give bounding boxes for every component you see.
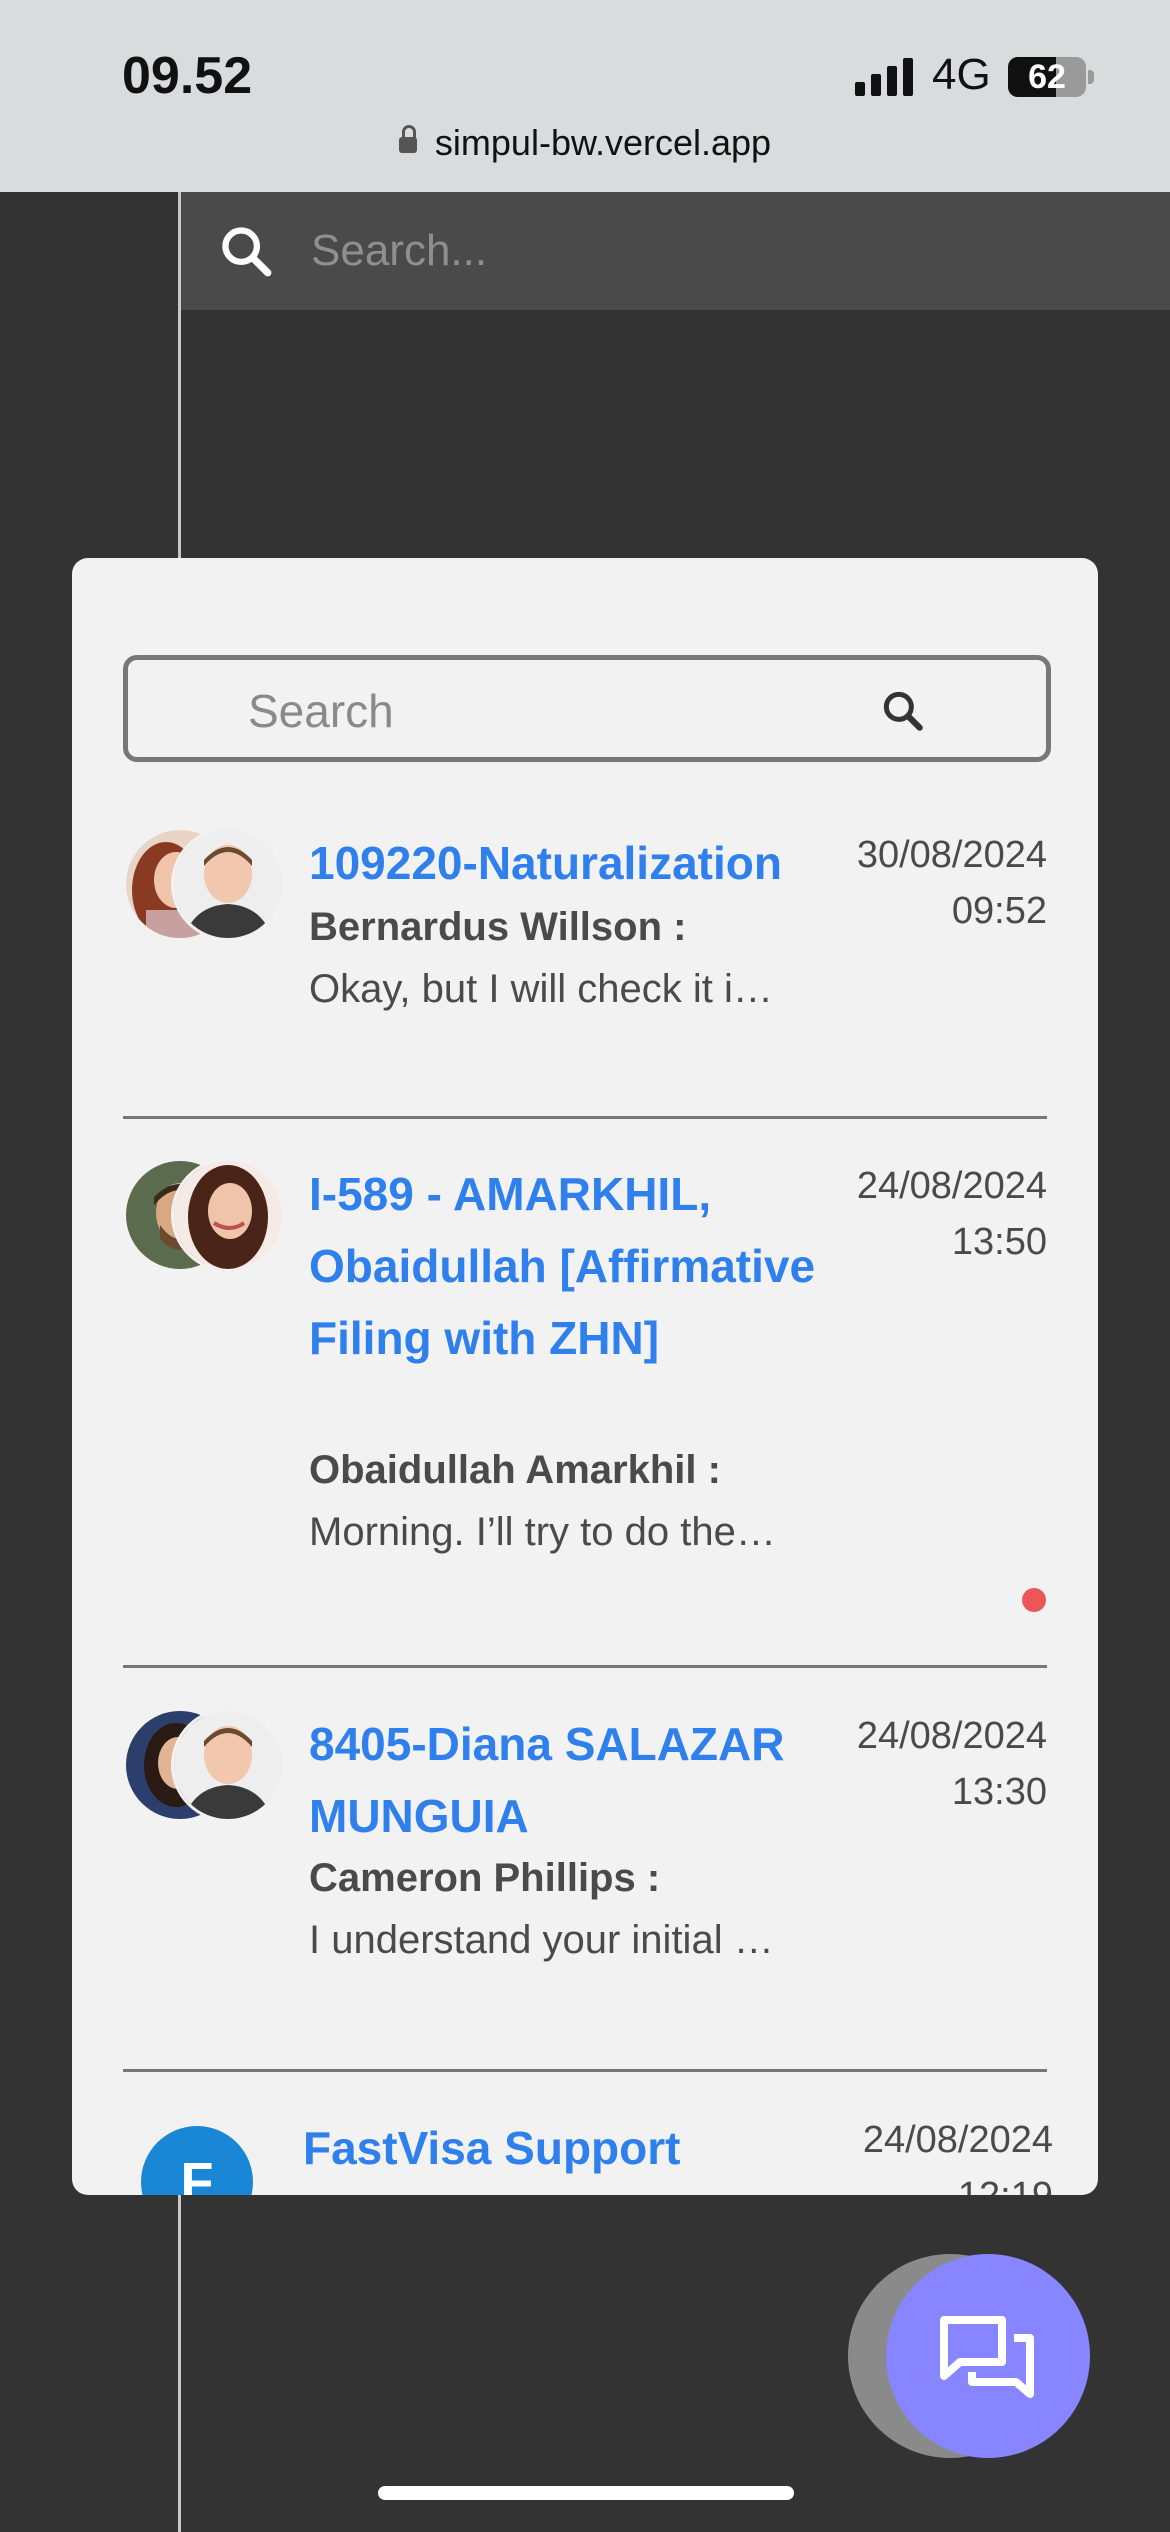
group-avatars (123, 1158, 285, 1272)
conversation-date: 24/08/2024 13:50 (857, 1158, 1047, 1270)
message-preview: I understand your initial … (309, 1918, 774, 1962)
lock-icon (398, 125, 417, 153)
date-text: 30/08/2024 (856, 834, 1047, 876)
group-avatars (123, 827, 285, 941)
home-indicator[interactable] (378, 2486, 794, 2500)
date-text: 24/08/2024 (856, 1165, 1047, 1207)
url-text: simpul-bw.vercel.app (434, 122, 772, 163)
message-preview: Okay, but I will check it i… (309, 967, 773, 1011)
time-text: 12:19 (863, 2168, 1053, 2195)
divider (123, 1665, 1047, 1668)
time-text: 09:52 (951, 890, 1047, 932)
conversation-date: 24/08/2024 13:30 (857, 1708, 1047, 1820)
conversation-item[interactable]: F FastVisa Support 24/08/2024 12:19 (123, 2112, 1053, 2195)
battery-percentage: 62 (1028, 58, 1066, 96)
top-search-input[interactable]: Search... (311, 226, 487, 276)
status-bar: 09.52 4G 62 simpul-bw.vercel.app (0, 0, 1170, 192)
search-icon (222, 227, 272, 277)
divider (123, 1116, 1047, 1119)
conversation-item[interactable]: 109220-Naturalization Bernardus Willson … (123, 827, 1047, 1067)
network-type: 4G (932, 50, 991, 99)
conversation-date: 30/08/2024 09:52 (857, 827, 1047, 939)
chat-bubbles-icon (940, 2316, 1034, 2398)
group-avatars (123, 1708, 285, 1822)
date-text: 24/08/2024 (856, 1715, 1047, 1757)
signal-icon (855, 58, 915, 96)
avatar (171, 1158, 285, 1272)
last-sender: Obaidullah Amarkhil : (309, 1448, 721, 1492)
conversation-date: 24/08/2024 12:19 (863, 2112, 1053, 2195)
message-preview: Morning. I’ll try to do the… (309, 1510, 776, 1554)
conversation-title[interactable]: 109220-Naturalization (309, 827, 829, 899)
last-sender: Cameron Phillips : (309, 1856, 661, 1900)
unread-indicator (1022, 1588, 1046, 1612)
conversation-title[interactable]: FastVisa Support (303, 2112, 823, 2184)
conversation-item[interactable]: 8405-Diana SALAZAR MUNGUIA Cameron Phill… (123, 1708, 1047, 1988)
search-icon[interactable] (878, 686, 928, 736)
status-time: 09.52 (122, 47, 253, 105)
conversation-title[interactable]: I-589 - AMARKHIL, Obaidullah [Affirmativ… (309, 1158, 829, 1374)
conversation-title[interactable]: 8405-Diana SALAZAR MUNGUIA (309, 1708, 829, 1852)
divider (123, 2069, 1047, 2072)
avatar (171, 827, 285, 941)
top-search-bar[interactable]: Search... (181, 192, 1170, 310)
address-bar[interactable]: simpul-bw.vercel.app (0, 122, 1170, 164)
date-text: 24/08/2024 (862, 2119, 1053, 2161)
battery-icon: 62 (1008, 57, 1086, 97)
time-text: 13:50 (951, 1221, 1047, 1263)
conversation-item[interactable]: I-589 - AMARKHIL, Obaidullah [Affirmativ… (123, 1158, 1047, 1598)
chat-fab-button[interactable] (886, 2254, 1090, 2458)
battery-cap (1088, 70, 1094, 84)
time-text: 13:30 (951, 1771, 1047, 1813)
avatar: F (141, 2126, 253, 2195)
chat-search-placeholder: Search (248, 685, 394, 737)
avatar (171, 1708, 285, 1822)
chat-panel: Search 109220-Naturalization Bernardus W… (72, 558, 1098, 2195)
chat-search-input[interactable]: Search (123, 655, 1051, 762)
last-sender: Bernardus Willson : (309, 905, 687, 949)
